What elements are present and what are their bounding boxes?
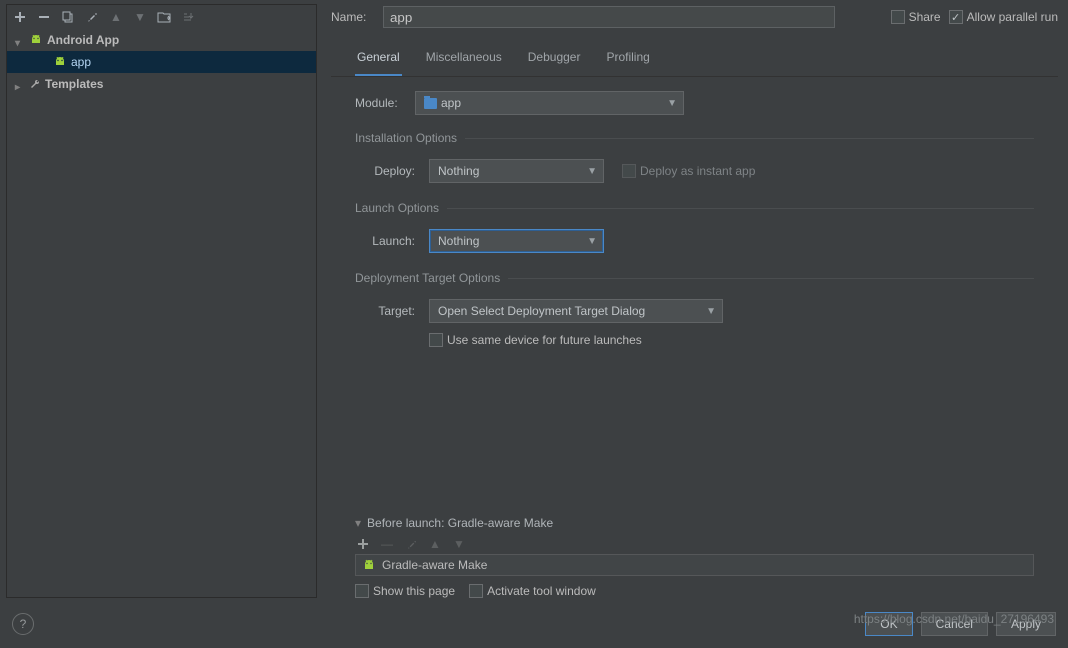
android-icon	[362, 559, 376, 571]
deploy-combo[interactable]: Nothing ▼	[429, 159, 604, 183]
launch-section-title: Launch Options	[355, 201, 1034, 215]
chevron-down-icon: ▼	[667, 98, 677, 109]
wrench-icon	[29, 78, 41, 90]
sidebar-toolbar: ▲ ▼	[7, 5, 316, 29]
allow-parallel-checkbox[interactable]: Allow parallel run	[949, 10, 1058, 24]
deploy-label: Deploy:	[369, 164, 419, 178]
tab-debugger[interactable]: Debugger	[526, 44, 583, 76]
apply-button[interactable]: Apply	[996, 612, 1056, 636]
share-checkbox[interactable]: Share	[891, 10, 941, 24]
show-this-page-label: Show this page	[373, 584, 455, 598]
sidebar: ▲ ▼ Android App app	[6, 4, 317, 598]
tabs: General Miscellaneous Debugger Profiling	[331, 36, 1058, 77]
launch-combo[interactable]: Nothing ▼	[429, 229, 604, 253]
before-launch-edit-button	[403, 536, 419, 552]
name-input[interactable]	[383, 6, 835, 28]
tree-group-label: Templates	[45, 77, 103, 91]
tab-miscellaneous[interactable]: Miscellaneous	[424, 44, 504, 76]
dialog-footer: ? OK Cancel Apply	[0, 602, 1068, 648]
tree-group-templates[interactable]: Templates	[7, 73, 316, 95]
folder-button[interactable]	[155, 8, 173, 26]
target-combo[interactable]: Open Select Deployment Target Dialog ▼	[429, 299, 723, 323]
checkbox-icon	[949, 10, 963, 24]
cancel-button[interactable]: Cancel	[921, 612, 988, 636]
collapse-arrow-icon	[15, 79, 25, 89]
chevron-down-icon: ▼	[587, 166, 597, 177]
installation-section-title: Installation Options	[355, 131, 1034, 145]
show-this-page-checkbox[interactable]: Show this page	[355, 584, 455, 598]
tree-item-app[interactable]: app	[7, 51, 316, 73]
chevron-down-icon: ▼	[587, 236, 597, 247]
name-label: Name:	[331, 10, 375, 24]
move-down-button[interactable]: ▼	[131, 8, 149, 26]
config-tree: Android App app Templates	[7, 29, 316, 597]
help-button[interactable]: ?	[12, 613, 34, 635]
ok-button[interactable]: OK	[865, 612, 912, 636]
target-label: Target:	[369, 304, 419, 318]
right-panel: Name: Share Allow parallel run General M…	[321, 0, 1068, 602]
module-combo[interactable]: app ▼	[415, 91, 684, 115]
tree-item-label: app	[71, 55, 91, 69]
remove-config-button[interactable]	[35, 8, 53, 26]
activate-tool-window-checkbox[interactable]: Activate tool window	[469, 584, 596, 598]
checkbox-icon	[429, 333, 443, 347]
activate-tool-label: Activate tool window	[487, 584, 596, 598]
deploy-instant-checkbox: Deploy as instant app	[622, 164, 755, 178]
checkbox-icon	[469, 584, 483, 598]
collapse-arrow-icon[interactable]: ▾	[355, 516, 361, 530]
share-label: Share	[909, 10, 941, 24]
before-launch-down-button: ▼	[451, 536, 467, 552]
allow-parallel-label: Allow parallel run	[967, 10, 1058, 24]
folder-icon	[424, 98, 437, 109]
target-value: Open Select Deployment Target Dialog	[438, 304, 645, 318]
expand-arrow-icon	[15, 35, 25, 45]
before-launch-item-label: Gradle-aware Make	[382, 558, 487, 572]
use-same-device-label: Use same device for future launches	[447, 333, 642, 347]
launch-value: Nothing	[438, 234, 479, 248]
add-config-button[interactable]	[11, 8, 29, 26]
tab-profiling[interactable]: Profiling	[604, 44, 651, 76]
checkbox-icon	[891, 10, 905, 24]
move-up-button[interactable]: ▲	[107, 8, 125, 26]
before-launch-section: ▾ Before launch: Gradle-aware Make — ▲ ▼…	[331, 512, 1058, 598]
module-label: Module:	[355, 96, 415, 110]
launch-label: Launch:	[369, 234, 419, 248]
use-same-device-checkbox[interactable]: Use same device for future launches	[429, 333, 642, 347]
checkbox-icon	[622, 164, 636, 178]
tree-group-android-app[interactable]: Android App	[7, 29, 316, 51]
before-launch-add-button[interactable]	[355, 536, 371, 552]
copy-config-button[interactable]	[59, 8, 77, 26]
tab-general[interactable]: General	[355, 44, 402, 76]
before-launch-up-button: ▲	[427, 536, 443, 552]
deploy-instant-label: Deploy as instant app	[640, 164, 755, 178]
sort-button[interactable]	[179, 8, 197, 26]
checkbox-icon	[355, 584, 369, 598]
deploy-value: Nothing	[438, 164, 479, 178]
edit-config-button[interactable]	[83, 8, 101, 26]
before-launch-remove-button: —	[379, 536, 395, 552]
tree-group-label: Android App	[47, 33, 119, 47]
android-icon	[53, 57, 67, 67]
before-launch-title: Before launch: Gradle-aware Make	[367, 516, 553, 530]
android-icon	[29, 35, 43, 45]
deploy-target-section-title: Deployment Target Options	[355, 271, 1034, 285]
module-value: app	[441, 96, 461, 110]
chevron-down-icon: ▼	[706, 306, 716, 317]
general-form: Module: app ▼ Installation Options Deplo…	[331, 77, 1058, 357]
before-launch-list-item[interactable]: Gradle-aware Make	[355, 554, 1034, 576]
